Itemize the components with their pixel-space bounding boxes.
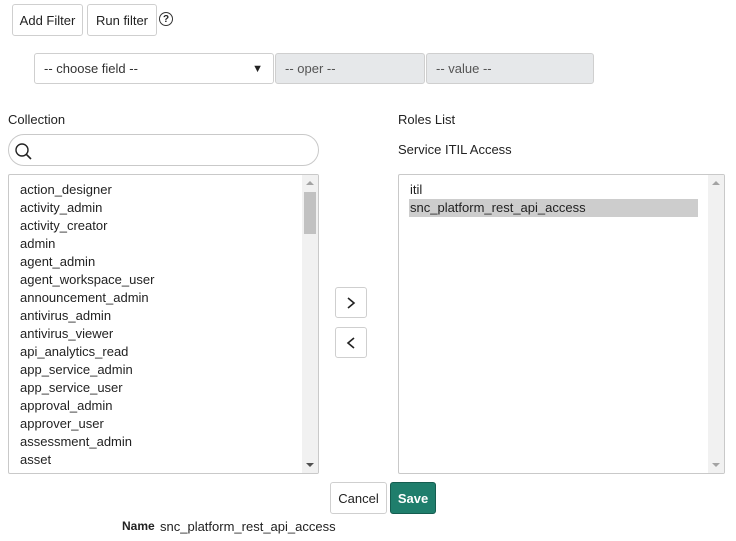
name-value: snc_platform_rest_api_access <box>160 519 336 534</box>
scroll-up-icon[interactable] <box>712 181 720 185</box>
collection-item[interactable]: admin <box>19 235 292 253</box>
operator-select: -- oper -- <box>275 53 425 84</box>
collection-item[interactable]: activity_admin <box>19 199 292 217</box>
scroll-up-icon[interactable] <box>306 181 314 185</box>
chevron-right-icon <box>347 296 356 309</box>
collection-item[interactable]: agent_workspace_user <box>19 271 292 289</box>
value-input: -- value -- <box>426 53 594 84</box>
collection-item[interactable]: antivirus_viewer <box>19 325 292 343</box>
add-filter-button[interactable]: Add Filter <box>12 4 83 36</box>
collection-item[interactable]: agent_admin <box>19 253 292 271</box>
choose-field-text: -- choose field -- <box>44 61 138 76</box>
collection-item[interactable]: asset <box>19 451 292 469</box>
collection-item[interactable]: approver_user <box>19 415 292 433</box>
chevron-left-icon <box>346 336 355 349</box>
name-label: Name <box>122 519 155 533</box>
collection-search-input[interactable] <box>41 139 315 163</box>
collection-item[interactable]: antivirus_admin <box>19 307 292 325</box>
roles-subtitle: Service ITIL Access <box>398 142 512 157</box>
collection-item[interactable]: action_designer <box>19 181 292 199</box>
roles-listbox[interactable]: itil snc_platform_rest_api_access <box>398 174 725 474</box>
collection-label: Collection <box>8 112 66 127</box>
scroll-down-icon[interactable] <box>306 463 314 467</box>
collection-item[interactable]: activity_creator <box>19 217 292 235</box>
collection-item[interactable]: api_analytics_read <box>19 343 292 361</box>
caret-down-icon: ▼ <box>252 63 263 75</box>
collection-item[interactable]: app_service_user <box>19 379 292 397</box>
collection-item[interactable]: announcement_admin <box>19 289 292 307</box>
choose-field-select[interactable]: -- choose field -- ▼ <box>34 53 274 84</box>
scroll-down-icon[interactable] <box>712 463 720 467</box>
collection-scrollbar[interactable] <box>302 175 318 473</box>
collection-item[interactable]: assessment_admin <box>19 433 292 451</box>
remove-role-button[interactable] <box>335 327 367 358</box>
save-button[interactable]: Save <box>390 482 436 514</box>
collection-item[interactable]: approval_admin <box>19 397 292 415</box>
search-icon <box>15 143 32 160</box>
roles-list-label: Roles List <box>398 112 456 127</box>
run-filter-button[interactable]: Run filter <box>87 4 157 36</box>
collection-item[interactable]: app_service_admin <box>19 361 292 379</box>
cancel-button[interactable]: Cancel <box>330 482 387 514</box>
add-role-button[interactable] <box>335 287 367 318</box>
help-icon[interactable]: ? <box>159 12 173 26</box>
collection-search[interactable] <box>8 134 319 166</box>
scroll-thumb[interactable] <box>304 192 316 234</box>
role-item[interactable]: snc_platform_rest_api_access <box>409 199 698 217</box>
role-item[interactable]: itil <box>409 181 698 199</box>
collection-listbox[interactable]: action_designer activity_admin activity_cr… <box>8 174 319 474</box>
roles-scrollbar[interactable] <box>708 175 724 473</box>
